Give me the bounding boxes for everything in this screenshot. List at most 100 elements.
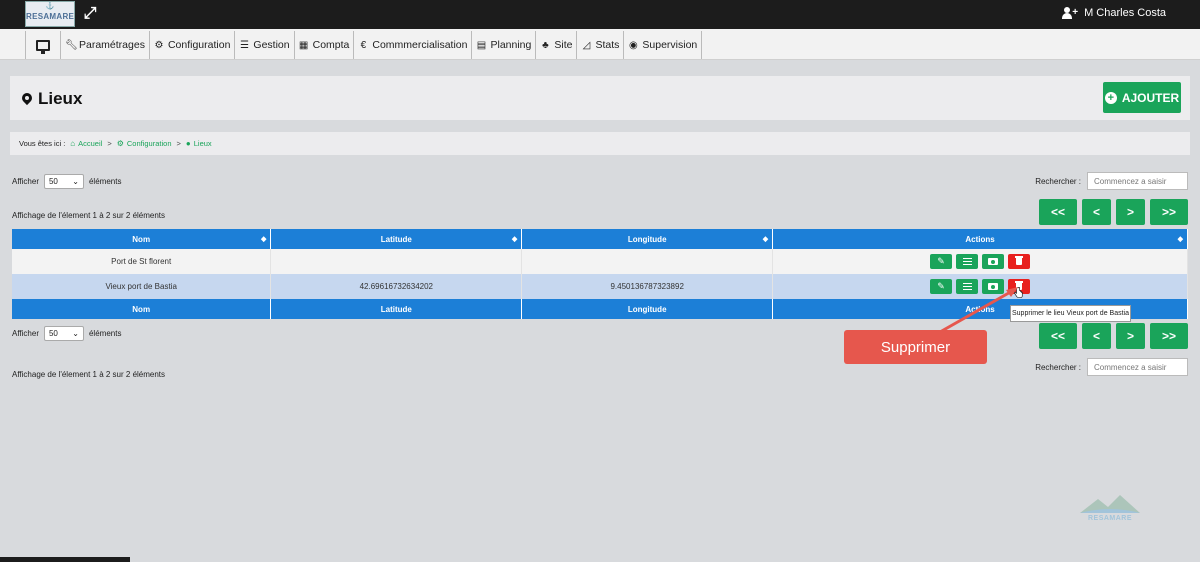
breadcrumb-configuration-label: Configuration — [126, 139, 172, 148]
breadcrumb-separator: > — [107, 139, 112, 148]
pagination-top: << < > >> — [1039, 199, 1188, 225]
cell-actions: ✎ — [772, 274, 1188, 299]
edit-button[interactable]: ✎ — [930, 254, 953, 269]
nav-item-label: Configuration — [167, 39, 231, 51]
calendar-icon: ▤ — [476, 39, 487, 51]
camera-icon — [988, 283, 999, 290]
home-icon: ⌂ — [70, 139, 76, 148]
euro-icon: € — [360, 39, 367, 51]
column-header-longitude[interactable]: Longitude ◆ — [521, 229, 774, 249]
last-page-button[interactable]: >> — [1150, 323, 1188, 349]
column-header-nom[interactable]: Nom ◆ — [12, 229, 272, 249]
row-actions: ✎ — [773, 279, 1187, 294]
breadcrumb-configuration[interactable]: ⚙ Configuration — [117, 139, 172, 148]
cell-nom: Port de St florent — [12, 249, 272, 274]
cell-latitude — [270, 249, 523, 274]
cell-latitude: 42.69616732634202 — [270, 274, 523, 299]
elements-label: éléments — [88, 177, 122, 186]
nav-item-label: Compta — [312, 39, 350, 51]
trash-icon — [1015, 256, 1024, 265]
nav-menu: 🔧︎ Paramétrages ⚙ Configuration ☰ Gestio… — [25, 31, 703, 59]
table-info-bottom: Affichage de l'élement 1 à 2 sur 2 éléme… — [12, 370, 166, 379]
nav-item-label: Paramétrages — [79, 39, 145, 51]
edit-button[interactable]: ✎ — [930, 279, 953, 294]
anchor-icon: ⚓ — [45, 3, 55, 10]
next-page-button[interactable]: > — [1116, 323, 1145, 349]
column-footer-latitude: Latitude — [270, 299, 523, 319]
search-input[interactable] — [1087, 358, 1188, 376]
column-header-label: Longitude — [627, 234, 667, 244]
nav-item-gestion[interactable]: ☰ Gestion — [235, 31, 295, 59]
next-page-button[interactable]: > — [1116, 199, 1145, 225]
table-row[interactable]: Port de St florent ✎ — [12, 249, 1188, 274]
column-footer-nom: Nom — [12, 299, 272, 319]
details-button[interactable] — [956, 279, 979, 294]
delete-button[interactable] — [1008, 254, 1031, 269]
plus-circle-icon: + — [1104, 91, 1117, 104]
camera-icon — [988, 258, 999, 265]
user-menu[interactable]: + M Charles Costa — [1062, 7, 1166, 19]
column-header-actions[interactable]: Actions ◆ — [772, 229, 1188, 249]
nav-item-parametrages[interactable]: 🔧︎ Paramétrages — [61, 31, 150, 59]
column-header-label: Latitude — [380, 234, 412, 244]
breadcrumb-separator: > — [176, 139, 181, 148]
nav-item-label: Supervision — [642, 39, 698, 51]
list-icon — [962, 283, 972, 290]
last-page-button[interactable]: >> — [1150, 199, 1188, 225]
sort-icon: ◆ — [511, 236, 518, 243]
pagination-bottom: << < > >> — [1039, 323, 1188, 349]
eye-icon: ◉ — [629, 39, 638, 51]
nav-item-stats[interactable]: ◿ Stats — [577, 31, 625, 59]
main-navbar: 🔧︎ Paramétrages ⚙ Configuration ☰ Gestio… — [0, 29, 1200, 60]
search-control-top: Rechercher : — [1035, 172, 1188, 190]
column-header-latitude[interactable]: Latitude ◆ — [270, 229, 523, 249]
map-marker-icon: ● — [185, 139, 191, 148]
cogs-icon: ⚙ — [116, 139, 124, 148]
sort-icon: ◆ — [1177, 236, 1183, 243]
chevron-down-icon: ⌄ — [72, 177, 79, 186]
nav-item-planning[interactable]: ▤ Planning — [472, 31, 537, 59]
breadcrumb-current-label: Lieux — [193, 139, 212, 148]
user-plus-icon: + — [1062, 7, 1078, 19]
hand-cursor-icon — [1014, 287, 1023, 299]
prev-page-button[interactable]: < — [1082, 199, 1111, 225]
first-page-button[interactable]: << — [1039, 323, 1077, 349]
sort-icon: ◆ — [762, 236, 769, 243]
show-label: Afficher — [12, 177, 39, 186]
nav-item-site[interactable]: ♣ Site — [536, 31, 578, 59]
photo-button[interactable] — [982, 279, 1005, 294]
nav-item-configuration[interactable]: ⚙ Configuration — [150, 31, 236, 59]
table-row[interactable]: Vieux port de Bastia 42.69616732634202 9… — [12, 274, 1188, 299]
nav-item-supervision[interactable]: ◉ Supervision — [624, 31, 703, 59]
page-length-value: 50 — [48, 177, 58, 186]
cell-actions: ✎ — [772, 249, 1188, 274]
nav-item-label: Site — [554, 39, 573, 51]
sort-icon: ◆ — [260, 236, 267, 243]
search-input[interactable] — [1087, 172, 1188, 190]
prev-page-button[interactable]: < — [1082, 323, 1111, 349]
fullscreen-expand-icon[interactable]: ⤢ — [82, 5, 98, 23]
nav-item-dashboard[interactable] — [26, 31, 61, 59]
details-button[interactable] — [956, 254, 979, 269]
breadcrumb-current: ● Lieux — [186, 139, 212, 148]
first-page-button[interactable]: << — [1039, 199, 1077, 225]
nav-item-commercialisation[interactable]: € Commmercialisation — [354, 31, 473, 59]
page-length-value: 50 — [48, 329, 58, 338]
add-button[interactable]: + AJOUTER — [1103, 82, 1181, 113]
page-title: Lieux — [22, 89, 82, 109]
map-marker-icon — [22, 93, 32, 106]
add-button-label: AJOUTER — [1121, 90, 1180, 105]
list-icon — [962, 258, 972, 265]
page-length-select[interactable]: 50 ⌄ — [43, 174, 84, 189]
nav-item-compta[interactable]: ▦ Compta — [295, 31, 355, 59]
wrench-icon: 🔧︎ — [65, 39, 78, 51]
bottom-bar — [0, 557, 130, 562]
logo-text: RESAMARE — [26, 12, 75, 21]
delete-tooltip: Supprimer le lieu Vieux port de Bastia — [1010, 305, 1131, 322]
page-length-select[interactable]: 50 ⌄ — [43, 326, 84, 341]
breadcrumb-home[interactable]: ⌂ Accueil — [70, 139, 102, 148]
app-logo[interactable]: ⚓ RESAMARE — [25, 1, 75, 27]
elements-label: éléments — [88, 329, 122, 338]
table-info-top: Affichage de l'élement 1 à 2 sur 2 éléme… — [12, 211, 166, 220]
photo-button[interactable] — [982, 254, 1005, 269]
